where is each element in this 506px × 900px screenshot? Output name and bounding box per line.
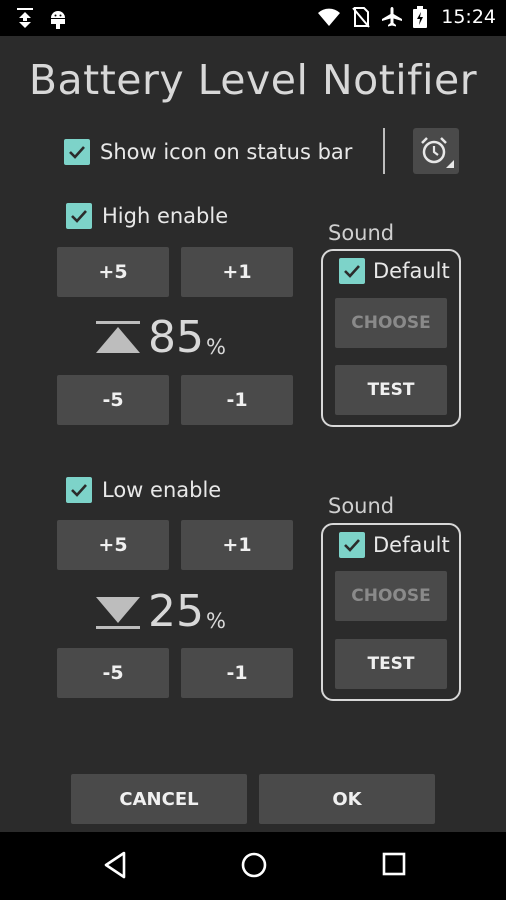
low-level-icon (96, 597, 140, 629)
status-bar: 15:24 (0, 0, 506, 36)
low-minus1-button[interactable]: -1 (181, 648, 293, 698)
android-icon (51, 11, 65, 29)
show-icon-checkbox[interactable] (64, 139, 90, 165)
checkmark-icon (69, 146, 85, 159)
low-enable-row[interactable]: Low enable (66, 477, 221, 503)
ok-button[interactable]: OK (259, 774, 435, 824)
low-minus5-button[interactable]: -5 (57, 648, 169, 698)
low-choose-button[interactable]: CHOOSE (335, 571, 447, 621)
checkmark-icon (344, 539, 360, 552)
high-choose-button[interactable]: CHOOSE (335, 298, 447, 348)
clock: 15:24 (441, 6, 496, 28)
high-level-icon (96, 321, 140, 353)
download-icon (17, 8, 33, 28)
no-sim-icon (352, 7, 370, 28)
high-sound-default-row[interactable]: Default (339, 258, 450, 284)
low-sound-default-row[interactable]: Default (339, 532, 450, 558)
navigation-bar (0, 832, 506, 900)
low-plus5-button[interactable]: +5 (57, 520, 169, 570)
high-test-button[interactable]: TEST (335, 365, 447, 415)
checkmark-icon (344, 265, 360, 278)
high-level-value: 85 (148, 312, 204, 363)
high-enable-label: High enable (102, 204, 229, 228)
high-enable-row[interactable]: High enable (66, 203, 228, 229)
app-title: Battery Level Notifier (28, 56, 478, 104)
low-level-unit: % (206, 609, 226, 633)
checkmark-icon (71, 484, 87, 497)
high-level-unit: % (206, 335, 226, 359)
home-icon[interactable] (240, 850, 268, 880)
low-enable-label: Low enable (102, 478, 222, 502)
alarm-clock-icon (421, 137, 454, 168)
recents-icon[interactable] (381, 850, 407, 880)
airplane-icon (382, 7, 403, 27)
divider (383, 128, 385, 174)
checkmark-icon (71, 210, 87, 223)
high-enable-checkbox[interactable] (66, 203, 92, 229)
show-icon-checkbox-row[interactable]: Show icon on status bar (64, 139, 352, 165)
high-sound-label: Sound (328, 221, 395, 245)
low-plus1-button[interactable]: +1 (181, 520, 293, 570)
low-level-display: 25 % (96, 590, 226, 634)
high-plus5-button[interactable]: +5 (57, 247, 169, 297)
low-sound-default-label: Default (373, 533, 450, 557)
high-minus1-button[interactable]: -1 (181, 375, 293, 425)
high-plus1-button[interactable]: +1 (181, 247, 293, 297)
high-level-display: 85 % (96, 316, 226, 360)
high-sound-default-checkbox[interactable] (339, 258, 365, 284)
back-icon[interactable] (102, 850, 128, 880)
battery-icon (413, 6, 428, 28)
low-enable-checkbox[interactable] (66, 477, 92, 503)
alarm-button[interactable] (413, 128, 459, 174)
wifi-icon (318, 8, 341, 26)
low-level-value: 25 (148, 586, 204, 637)
high-minus5-button[interactable]: -5 (57, 375, 169, 425)
cancel-button[interactable]: CANCEL (71, 774, 247, 824)
show-icon-label: Show icon on status bar (100, 140, 353, 164)
low-sound-label: Sound (328, 494, 395, 518)
high-sound-default-label: Default (373, 259, 450, 283)
low-test-button[interactable]: TEST (335, 639, 447, 689)
low-sound-default-checkbox[interactable] (339, 532, 365, 558)
